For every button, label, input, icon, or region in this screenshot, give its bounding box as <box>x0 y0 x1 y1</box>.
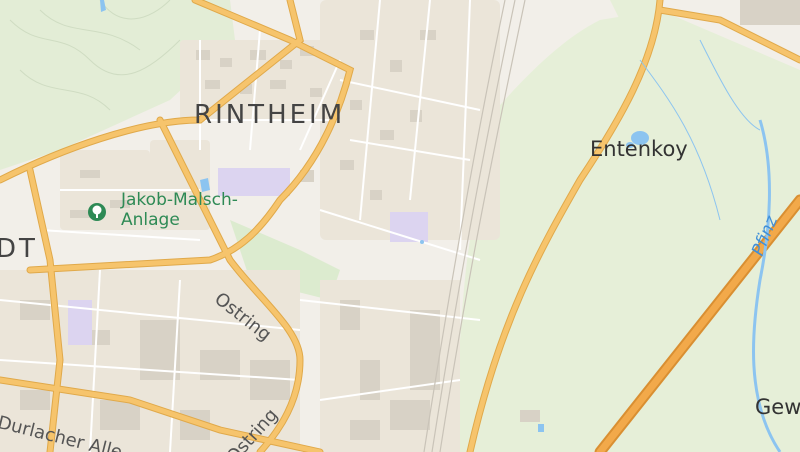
place-label-cut: Gew <box>755 395 800 419</box>
district-label-cut: DT <box>0 234 38 264</box>
tree-icon <box>88 203 106 221</box>
park-label-line2: Anlage <box>121 209 180 230</box>
map[interactable]: RINTHEIM DT Entenkoy Gew Jakob-Malsch- A… <box>0 0 800 452</box>
park-label: Jakob-Malsch- Anlage <box>121 190 238 230</box>
park-label-line1: Jakob-Malsch- <box>121 190 238 210</box>
district-label: RINTHEIM <box>194 100 346 130</box>
place-label: Entenkoy <box>590 137 688 161</box>
map-canvas <box>0 0 800 452</box>
